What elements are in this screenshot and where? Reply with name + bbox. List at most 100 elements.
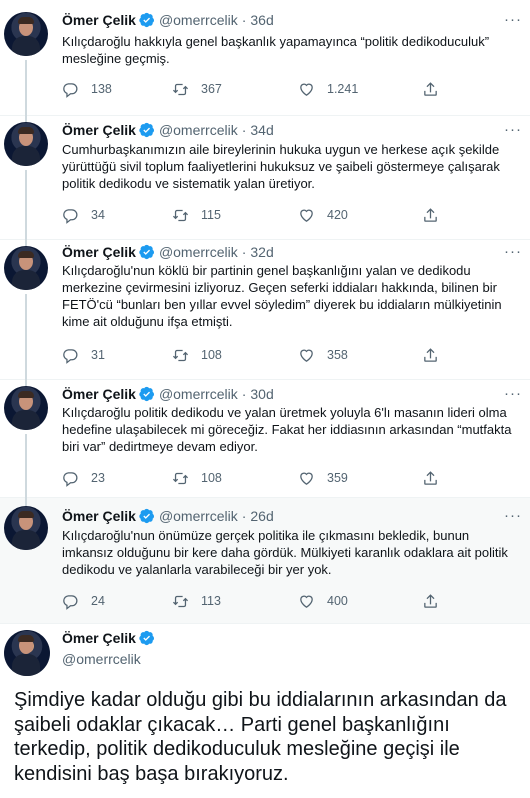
separator-dot: · xyxy=(241,244,247,260)
reply-count: 23 xyxy=(91,471,105,485)
author-handle[interactable]: @omerrcelik xyxy=(159,508,238,524)
author-name[interactable]: Ömer Çelik xyxy=(62,244,136,260)
reply-count: 138 xyxy=(91,82,112,96)
like-icon xyxy=(300,472,313,485)
verified-badge-icon xyxy=(139,386,154,402)
separator-dot: · xyxy=(241,386,247,402)
tweet-actions: 23 108 359 xyxy=(62,468,522,488)
author-handle[interactable]: @omerrcelik xyxy=(159,12,238,28)
reply-button[interactable]: 34 xyxy=(62,205,105,225)
more-icon[interactable]: ··· xyxy=(504,242,522,262)
more-icon[interactable]: ··· xyxy=(504,10,522,30)
more-icon[interactable]: ··· xyxy=(504,120,522,140)
reply-button[interactable]: 31 xyxy=(62,345,105,365)
like-button[interactable]: 358 xyxy=(298,345,348,365)
reply-button[interactable]: 24 xyxy=(62,591,105,611)
thread-line xyxy=(25,170,27,240)
share-button[interactable] xyxy=(422,345,439,365)
reply-count: 34 xyxy=(91,208,105,222)
author-name[interactable]: Ömer Çelik xyxy=(62,386,136,402)
author-handle[interactable]: @omerrcelik xyxy=(159,244,238,260)
retweet-button[interactable]: 108 xyxy=(172,345,222,365)
thread-line xyxy=(25,498,27,506)
avatar[interactable] xyxy=(4,12,48,56)
retweet-icon xyxy=(172,472,189,484)
like-icon xyxy=(300,83,313,96)
tweet-text: Kılıçdaroğlu'nun köklü bir partinin gene… xyxy=(62,263,502,329)
separator-dot: · xyxy=(241,122,247,138)
share-button[interactable] xyxy=(422,468,439,488)
like-count: 359 xyxy=(327,471,348,485)
more-icon[interactable]: ··· xyxy=(504,384,522,404)
reply-icon xyxy=(63,82,78,98)
retweet-button[interactable]: 115 xyxy=(172,205,221,225)
tweet[interactable]: Ömer Çelik @omerrcelik · 32d ··· Kılıçda… xyxy=(0,240,530,380)
retweet-button[interactable]: 113 xyxy=(172,591,221,611)
share-button[interactable] xyxy=(422,79,439,99)
tweet[interactable]: Ömer Çelik @omerrcelik · 36d ··· Kılıçda… xyxy=(0,0,530,116)
retweet-count: 108 xyxy=(201,471,222,485)
tweet-time[interactable]: 30d xyxy=(250,386,273,402)
separator-dot: · xyxy=(241,508,247,524)
reply-count: 31 xyxy=(91,348,105,362)
share-icon xyxy=(424,593,437,608)
tweet[interactable]: Ömer Çelik @omerrcelik · 26d ··· Kılıçda… xyxy=(0,498,530,624)
author-name[interactable]: Ömer Çelik xyxy=(62,508,136,524)
share-icon xyxy=(424,470,437,485)
like-count: 420 xyxy=(327,208,348,222)
verified-badge-icon xyxy=(139,122,154,138)
like-button[interactable]: 359 xyxy=(298,468,348,488)
retweet-icon xyxy=(172,349,189,361)
share-button[interactable] xyxy=(422,591,439,611)
thread-line xyxy=(25,434,27,498)
avatar[interactable] xyxy=(4,506,48,550)
author-handle[interactable]: @omerrcelik xyxy=(62,651,141,667)
retweet-button[interactable]: 367 xyxy=(172,79,222,99)
reply-icon xyxy=(63,348,78,364)
author-name[interactable]: Ömer Çelik xyxy=(62,12,136,28)
like-button[interactable]: 400 xyxy=(298,591,348,611)
like-button[interactable]: 1.241 xyxy=(298,79,358,99)
like-count: 1.241 xyxy=(327,82,359,96)
author-name[interactable]: Ömer Çelik xyxy=(62,630,136,646)
avatar[interactable] xyxy=(4,246,48,290)
tweet-time[interactable]: 34d xyxy=(250,122,273,138)
reply-button[interactable]: 23 xyxy=(62,468,105,488)
share-icon xyxy=(424,207,437,222)
author-handle[interactable]: @omerrcelik xyxy=(159,386,238,402)
retweet-icon xyxy=(172,595,189,607)
like-icon xyxy=(300,209,313,222)
verified-badge-icon xyxy=(139,630,154,646)
separator-dot: · xyxy=(241,12,247,28)
retweet-button[interactable]: 108 xyxy=(172,468,222,488)
author-name[interactable]: Ömer Çelik xyxy=(62,122,136,138)
tweet-text: Kılıçdaroğlu politik dedikodu ve yalan ü… xyxy=(62,405,512,454)
more-icon[interactable]: ··· xyxy=(504,506,522,526)
share-button[interactable] xyxy=(422,205,439,225)
tweet-actions: 34 115 420 xyxy=(62,205,522,225)
tweet-text: Kılıçdaroğlu hakkıyla genel başkanlık ya… xyxy=(62,34,490,66)
tweet-time[interactable]: 36d xyxy=(250,12,273,28)
tweet-time[interactable]: 26d xyxy=(250,508,273,524)
like-button[interactable]: 420 xyxy=(298,205,348,225)
reply-icon xyxy=(63,208,78,224)
author-handle[interactable]: @omerrcelik xyxy=(159,122,238,138)
tweet-text: Cumhurbaşkanımızın aile bireylerinin huk… xyxy=(62,142,500,191)
tweet-actions: 24 113 400 xyxy=(62,591,522,611)
tweet[interactable]: Ömer Çelik @omerrcelik · 30d ··· Kılıçda… xyxy=(0,380,530,498)
retweet-icon xyxy=(172,83,189,95)
avatar[interactable] xyxy=(4,630,50,676)
like-count: 400 xyxy=(327,594,348,608)
tweet[interactable]: Ömer Çelik @omerrcelik · 34d ··· Cumhurb… xyxy=(0,116,530,240)
reply-icon xyxy=(63,471,78,487)
avatar[interactable] xyxy=(4,386,48,430)
verified-badge-icon xyxy=(139,508,154,524)
like-icon xyxy=(300,595,313,608)
reply-button[interactable]: 138 xyxy=(62,79,112,99)
tweet-text: Kılıçdaroğlu'nun önümüze gerçek politika… xyxy=(62,528,508,577)
like-icon xyxy=(300,349,313,362)
share-icon xyxy=(424,347,437,362)
avatar[interactable] xyxy=(4,122,48,166)
retweet-icon xyxy=(172,209,189,221)
tweet-time[interactable]: 32d xyxy=(250,244,273,260)
